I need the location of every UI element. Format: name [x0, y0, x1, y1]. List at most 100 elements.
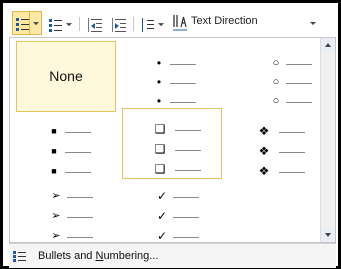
bullet-option-arrowhead[interactable]: ➢ ➢ ➢	[16, 180, 116, 251]
filled-round-bullet-icon: •	[156, 94, 162, 108]
chevron-down-icon	[32, 22, 39, 26]
hollow-round-bullet-icon: ○	[272, 57, 280, 69]
bullet-row: ❖	[222, 164, 322, 178]
bullet-row: ➢	[16, 229, 116, 243]
placeholder-text-line	[170, 83, 196, 84]
arrowhead-bullet-icon: ➢	[51, 210, 61, 222]
paragraph-toolbar: Text Direction	[9, 9, 319, 37]
hollow-square-bullet-icon: ❑	[154, 162, 166, 176]
bullets-dropdown-window: Text Direction None • • • ○ ○ ○ ■ ■ ■ ❑ ❑ ❑ ❖ ❖ ❖ …	[0, 0, 341, 269]
increase-indent-icon	[112, 18, 126, 32]
chevron-down-icon	[158, 23, 164, 27]
placeholder-text-line	[173, 237, 199, 238]
placeholder-text-line	[173, 217, 199, 218]
arrowhead-bullet-icon: ➢	[51, 190, 61, 202]
bullet-option-hollow-round[interactable]: ○ ○ ○	[222, 41, 322, 112]
checkmark-bullet-icon: ✓	[156, 229, 168, 243]
none-label: None	[49, 68, 83, 84]
hollow-round-bullet-icon: ○	[272, 76, 280, 88]
placeholder-text-line	[286, 102, 312, 103]
bullets-and-numbering-label: Bullets and Numbering...	[38, 250, 159, 262]
filled-square-bullet-icon: ■	[51, 146, 57, 156]
hollow-square-bullet-icon: ❑	[154, 122, 166, 136]
bullet-option-checkmark[interactable]: ✓ ✓ ✓	[122, 180, 222, 251]
placeholder-text-line	[65, 152, 91, 153]
placeholder-text-line	[67, 197, 93, 198]
filled-square-bullet-icon: ■	[51, 126, 57, 136]
bullet-row: •	[122, 75, 222, 89]
arrowhead-bullet-icon: ➢	[51, 230, 61, 242]
increase-indent-button[interactable]	[109, 13, 129, 35]
bullet-row: ❑	[123, 142, 223, 156]
bullet-row: ✓	[122, 209, 222, 223]
bullet-option-none[interactable]: None	[16, 41, 116, 112]
checkmark-bullet-icon: ✓	[156, 189, 168, 203]
scroll-down-button[interactable]	[321, 228, 335, 242]
placeholder-text-line	[170, 64, 196, 65]
placeholder-text-line	[175, 170, 201, 171]
chevron-down-icon	[66, 23, 72, 27]
scroll-up-icon	[325, 43, 331, 47]
filled-round-bullet-icon: •	[156, 56, 162, 70]
bullet-row: ❑	[123, 122, 223, 136]
numbering-dropdown-button[interactable]	[64, 13, 74, 35]
bullet-option-filled-square[interactable]: ■ ■ ■	[16, 111, 116, 182]
placeholder-text-line	[65, 172, 91, 173]
bullet-row: •	[122, 56, 222, 70]
chevron-down-icon	[310, 22, 316, 25]
hollow-square-bullet-icon: ❑	[154, 142, 166, 156]
decrease-indent-icon	[88, 18, 102, 32]
numbering-icon	[49, 18, 62, 32]
bullet-option-filled-round[interactable]: • • •	[122, 41, 222, 112]
placeholder-text-line	[279, 172, 305, 173]
bullet-option-hollow-square[interactable]: ❑ ❑ ❑	[122, 108, 222, 179]
bullet-row: ○	[222, 75, 322, 89]
bullet-row: ○	[222, 56, 322, 70]
line-spacing-dropdown-button[interactable]	[156, 13, 166, 35]
bullet-option-four-diamond[interactable]: ❖ ❖ ❖	[222, 111, 322, 182]
bullet-row: ❑	[123, 162, 223, 176]
bullet-row: ➢	[16, 209, 116, 223]
bullets-and-numbering-menu-item[interactable]: Bullets and Numbering...	[9, 243, 336, 268]
bullets-icon	[13, 249, 27, 263]
bullet-row: ➢	[16, 189, 116, 203]
hollow-round-bullet-icon: ○	[272, 95, 280, 107]
gallery-scrollbar[interactable]	[320, 37, 336, 243]
decrease-indent-button[interactable]	[85, 13, 105, 35]
bullet-row: ○	[222, 94, 322, 108]
filled-square-bullet-icon: ■	[51, 166, 57, 176]
bullet-row: ❖	[222, 144, 322, 158]
four-diamond-bullet-icon: ❖	[258, 164, 270, 178]
bullets-dropdown-button[interactable]	[30, 11, 42, 35]
toolbar-separator	[79, 17, 80, 31]
text-direction-label: Text Direction	[191, 15, 258, 27]
placeholder-text-line	[286, 83, 312, 84]
bullet-row: ■	[16, 164, 116, 178]
bullet-library-gallery: None • • • ○ ○ ○ ■ ■ ■ ❑ ❑ ❑ ❖ ❖ ❖ ➢ ➢ ➢ ✓ ✓ ✓	[9, 37, 328, 243]
bullet-row: ■	[16, 144, 116, 158]
bullet-row: ❖	[222, 124, 322, 138]
line-spacing-button[interactable]	[138, 13, 156, 35]
placeholder-text-line	[67, 217, 93, 218]
four-diamond-bullet-icon: ❖	[258, 124, 270, 138]
placeholder-text-line	[279, 132, 305, 133]
bullet-row: ✓	[122, 189, 222, 203]
placeholder-text-line	[67, 237, 93, 238]
filled-round-bullet-icon: •	[156, 75, 162, 89]
placeholder-text-line	[279, 152, 305, 153]
scroll-up-button[interactable]	[321, 38, 335, 52]
text-direction-button[interactable]: Text Direction	[170, 11, 318, 35]
checkmark-bullet-icon: ✓	[156, 209, 168, 223]
bullets-button[interactable]	[12, 11, 30, 35]
numbering-button[interactable]	[46, 13, 64, 35]
bullet-row: ✓	[122, 229, 222, 243]
line-spacing-icon	[141, 18, 154, 32]
placeholder-text-line	[173, 197, 199, 198]
scroll-down-icon	[325, 233, 331, 237]
bullet-row: •	[122, 94, 222, 108]
toolbar-separator	[133, 17, 134, 31]
bullets-icon	[16, 17, 29, 31]
placeholder-text-line	[175, 130, 201, 131]
placeholder-text-line	[65, 132, 91, 133]
placeholder-text-line	[175, 150, 201, 151]
